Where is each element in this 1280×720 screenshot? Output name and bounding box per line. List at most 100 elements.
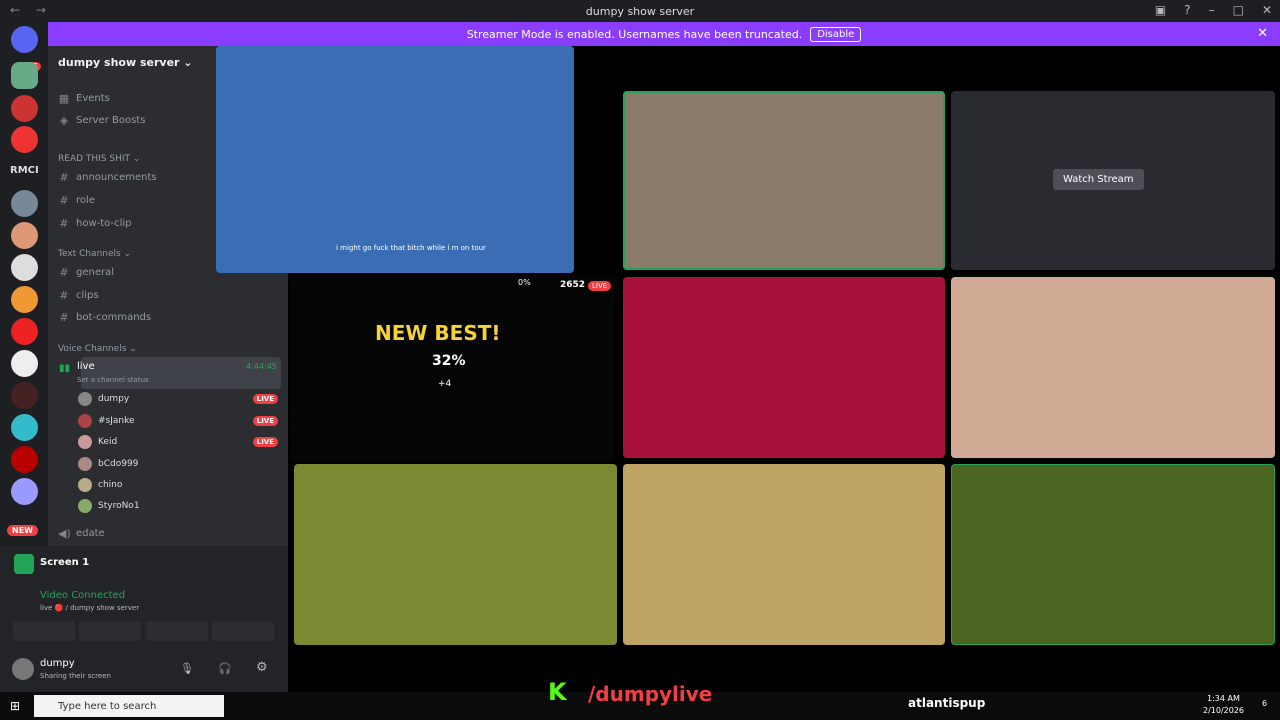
- viewer-count: 2652: [560, 280, 586, 290]
- hash-icon: #: [59, 311, 69, 324]
- server-icon[interactable]: [11, 446, 38, 473]
- avatar: [78, 414, 92, 428]
- kick-logo-icon: K: [548, 678, 567, 706]
- notification-count[interactable]: 6: [1262, 699, 1267, 708]
- discord-home-icon[interactable]: [11, 26, 38, 53]
- activities-button[interactable]: [146, 621, 208, 641]
- user-status: Sharing their screen: [40, 672, 111, 680]
- stream-tile-game[interactable]: NEW BEST! 32% +4 0% 2652 LIVE: [290, 275, 615, 462]
- category-read[interactable]: READ THIS SHIT ⌄: [58, 154, 140, 164]
- close-window-icon[interactable]: ✕: [1262, 3, 1272, 17]
- server-icon[interactable]: [11, 222, 38, 249]
- user-tile[interactable]: [623, 464, 945, 645]
- user-tile[interactable]: [951, 464, 1275, 645]
- server-icon[interactable]: [11, 286, 38, 313]
- watch-stream-button[interactable]: Watch Stream: [1053, 169, 1144, 190]
- taskbar-search[interactable]: Type here to search: [34, 695, 224, 717]
- user-tile[interactable]: [294, 464, 617, 645]
- title-bar: ← → dumpy show server ▣? – □ ✕: [0, 0, 1280, 22]
- server-icon[interactable]: [11, 414, 38, 441]
- voice-icon: ▮▮: [59, 363, 71, 374]
- connection-sub: live 🔴 / dumpy show server: [40, 604, 140, 612]
- stream-tile-3[interactable]: Watch Stream: [951, 91, 1275, 270]
- category-text[interactable]: Text Channels ⌄: [58, 249, 131, 259]
- server-name[interactable]: dumpy show server ⌄: [58, 56, 193, 69]
- hash-icon: #: [59, 217, 69, 230]
- voice-channel-edate[interactable]: ◀) edate: [58, 527, 105, 540]
- voice-channel-live[interactable]: ▮▮ live 4:44:45 Set a channel status: [59, 357, 281, 389]
- speaker-icon: ◀): [58, 527, 71, 540]
- taskbar: ⊞ Type here to search K /dumpylive atlan…: [0, 678, 1280, 720]
- video-connected: Video Connected: [40, 590, 126, 601]
- channel-item[interactable]: # announcements: [58, 171, 156, 184]
- server-icon[interactable]: [11, 62, 38, 89]
- banner-text: Streamer Mode is enabled. Usernames have…: [466, 27, 803, 41]
- stream-subtitle: i might go fuck that bitch while i m on …: [336, 244, 486, 252]
- channel-item[interactable]: # general: [58, 266, 114, 279]
- screen-icon: [14, 554, 34, 574]
- boost-icon: ◈: [59, 114, 69, 127]
- server-icon[interactable]: [11, 318, 38, 345]
- voice-user[interactable]: chino: [78, 478, 278, 492]
- game-percent: 32%: [432, 353, 466, 369]
- voice-user[interactable]: StyroNo1: [78, 499, 278, 513]
- server-icon[interactable]: [11, 478, 38, 505]
- server-icon[interactable]: [11, 350, 38, 377]
- server-icon[interactable]: [11, 190, 38, 217]
- new-badge: NEW: [7, 525, 38, 536]
- channel-status[interactable]: Set a channel status: [77, 376, 149, 384]
- avatar: [78, 457, 92, 471]
- stream-tile-1[interactable]: i might go fuck that bitch while i m on …: [216, 46, 574, 273]
- events-item[interactable]: ▦ Events: [58, 92, 110, 105]
- settings-gear-icon[interactable]: ⚙: [256, 660, 268, 675]
- clock-time: 1:34 AM: [1207, 694, 1240, 703]
- boosts-item[interactable]: ◈ Server Boosts: [58, 114, 146, 127]
- overlay-handle: /dumpylive: [588, 682, 713, 706]
- voice-user[interactable]: #sJanke LIVE: [78, 414, 278, 428]
- user-tile[interactable]: [623, 277, 945, 458]
- maximize-icon[interactable]: □: [1233, 3, 1244, 17]
- voice-timer: 4:44:45: [246, 362, 277, 371]
- server-icon[interactable]: [11, 126, 38, 153]
- category-voice[interactable]: Voice Channels ⌄: [58, 344, 137, 354]
- stream-tile-2[interactable]: [623, 91, 945, 270]
- server-icon[interactable]: [11, 95, 38, 122]
- voice-user[interactable]: dumpy LIVE: [78, 392, 278, 406]
- minimize-icon[interactable]: –: [1209, 3, 1215, 17]
- game-banner: NEW BEST!: [375, 321, 501, 345]
- server-rmci[interactable]: RMCI: [10, 165, 39, 176]
- disable-button[interactable]: Disable: [810, 26, 862, 42]
- soundboard-button[interactable]: [212, 621, 274, 641]
- progress-text: 0%: [518, 278, 531, 287]
- channel-item[interactable]: # how-to-clip: [58, 217, 131, 230]
- server-icon[interactable]: [11, 254, 38, 281]
- avatar: [78, 499, 92, 513]
- window-title: dumpy show server: [585, 4, 695, 18]
- windows-start-icon[interactable]: ⊞: [10, 699, 20, 713]
- help-icon[interactable]: ?: [1184, 3, 1190, 17]
- calendar-icon: ▦: [58, 92, 70, 105]
- streamer-mode-banner: Streamer Mode is enabled. Usernames have…: [48, 22, 1280, 46]
- avatar: [78, 435, 92, 449]
- camera-button[interactable]: [13, 621, 75, 641]
- overlay-streamer: atlantispup: [908, 696, 986, 710]
- screenshare-button[interactable]: [79, 621, 141, 641]
- channel-item[interactable]: # clips: [58, 289, 98, 302]
- user-panel: Screen 1 Video Connected live 🔴 / dumpy …: [0, 546, 288, 692]
- inbox-icon[interactable]: ▣: [1155, 3, 1166, 17]
- avatar[interactable]: [12, 658, 34, 680]
- voice-user[interactable]: Keid LIVE: [78, 435, 278, 449]
- screen-title: Screen 1: [40, 557, 90, 568]
- username: dumpy: [40, 658, 75, 669]
- channel-item[interactable]: # bot-commands: [58, 311, 151, 324]
- mic-icon[interactable]: 🎙: [180, 662, 194, 675]
- hash-icon: #: [59, 171, 69, 184]
- clock-date: 2/10/2026: [1203, 706, 1245, 715]
- headphones-icon[interactable]: 🎧: [218, 662, 232, 675]
- server-icon[interactable]: [11, 382, 38, 409]
- game-orbs: +4: [438, 379, 452, 389]
- user-tile[interactable]: [951, 277, 1275, 458]
- banner-close-icon[interactable]: ✕: [1257, 26, 1268, 41]
- voice-user[interactable]: bCdo999: [78, 457, 278, 471]
- channel-item[interactable]: # role: [58, 194, 95, 207]
